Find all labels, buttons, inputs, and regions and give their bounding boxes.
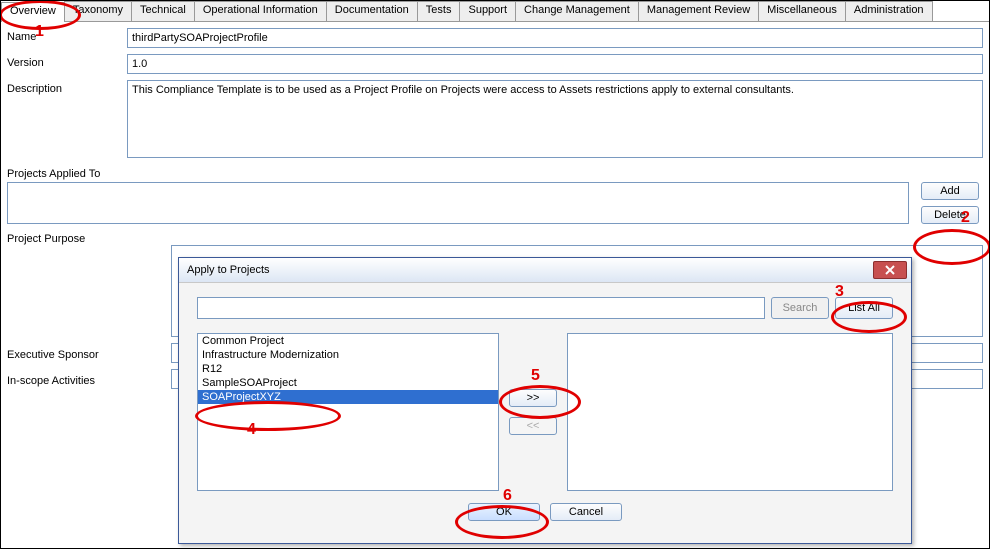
name-label: Name <box>7 28 127 43</box>
tab-taxonomy[interactable]: Taxonomy <box>64 1 132 21</box>
cancel-button[interactable]: Cancel <box>550 503 622 521</box>
tab-technical[interactable]: Technical <box>131 1 195 21</box>
dialog-search-input[interactable] <box>197 297 765 319</box>
project-purpose-label: Project Purpose <box>1 230 127 245</box>
tab-administration[interactable]: Administration <box>845 1 933 21</box>
close-icon <box>885 265 895 275</box>
tab-tests[interactable]: Tests <box>417 1 461 21</box>
projects-applied-label: Projects Applied To <box>1 164 989 182</box>
version-input[interactable] <box>127 54 983 74</box>
executive-sponsor-label: Executive Sponsor <box>1 346 171 361</box>
search-button[interactable]: Search <box>771 297 829 319</box>
close-button[interactable] <box>873 261 907 279</box>
description-textarea[interactable]: This Compliance Template is to be used a… <box>127 80 983 158</box>
name-input[interactable] <box>127 28 983 48</box>
selected-projects-list[interactable] <box>567 333 893 491</box>
list-item[interactable]: Common Project <box>198 334 498 348</box>
overview-form: Name Version Description This Compliance… <box>1 22 989 158</box>
list-item[interactable]: R12 <box>198 362 498 376</box>
list-item[interactable]: Infrastructure Modernization <box>198 348 498 362</box>
ok-button[interactable]: OK <box>468 503 540 521</box>
tab-miscellaneous[interactable]: Miscellaneous <box>758 1 846 21</box>
version-label: Version <box>7 54 127 69</box>
available-projects-list[interactable]: Common ProjectInfrastructure Modernizati… <box>197 333 499 491</box>
tab-documentation[interactable]: Documentation <box>326 1 418 21</box>
description-label: Description <box>7 80 127 95</box>
list-item[interactable]: SOAProjectXYZ <box>198 390 498 404</box>
main-window: OverviewTaxonomyTechnicalOperational Inf… <box>0 0 990 549</box>
add-button[interactable]: Add <box>921 182 979 200</box>
projects-applied-list[interactable] <box>8 183 908 223</box>
tabbar: OverviewTaxonomyTechnicalOperational Inf… <box>1 1 989 22</box>
dialog-title: Apply to Projects <box>187 264 873 276</box>
tab-overview[interactable]: Overview <box>1 2 65 22</box>
dialog-titlebar: Apply to Projects <box>179 258 911 283</box>
list-item[interactable]: SampleSOAProject <box>198 376 498 390</box>
apply-to-projects-dialog: Apply to Projects Search List All Common… <box>178 257 912 544</box>
move-right-button[interactable]: >> <box>509 389 557 407</box>
tab-management-review[interactable]: Management Review <box>638 1 759 21</box>
tab-support[interactable]: Support <box>459 1 516 21</box>
in-scope-activities-label: In-scope Activities <box>1 372 171 387</box>
tab-operational-information[interactable]: Operational Information <box>194 1 327 21</box>
delete-button[interactable]: Delete <box>921 206 979 224</box>
list-all-button[interactable]: List All <box>835 297 893 319</box>
tab-change-management[interactable]: Change Management <box>515 1 639 21</box>
move-left-button[interactable]: << <box>509 417 557 435</box>
